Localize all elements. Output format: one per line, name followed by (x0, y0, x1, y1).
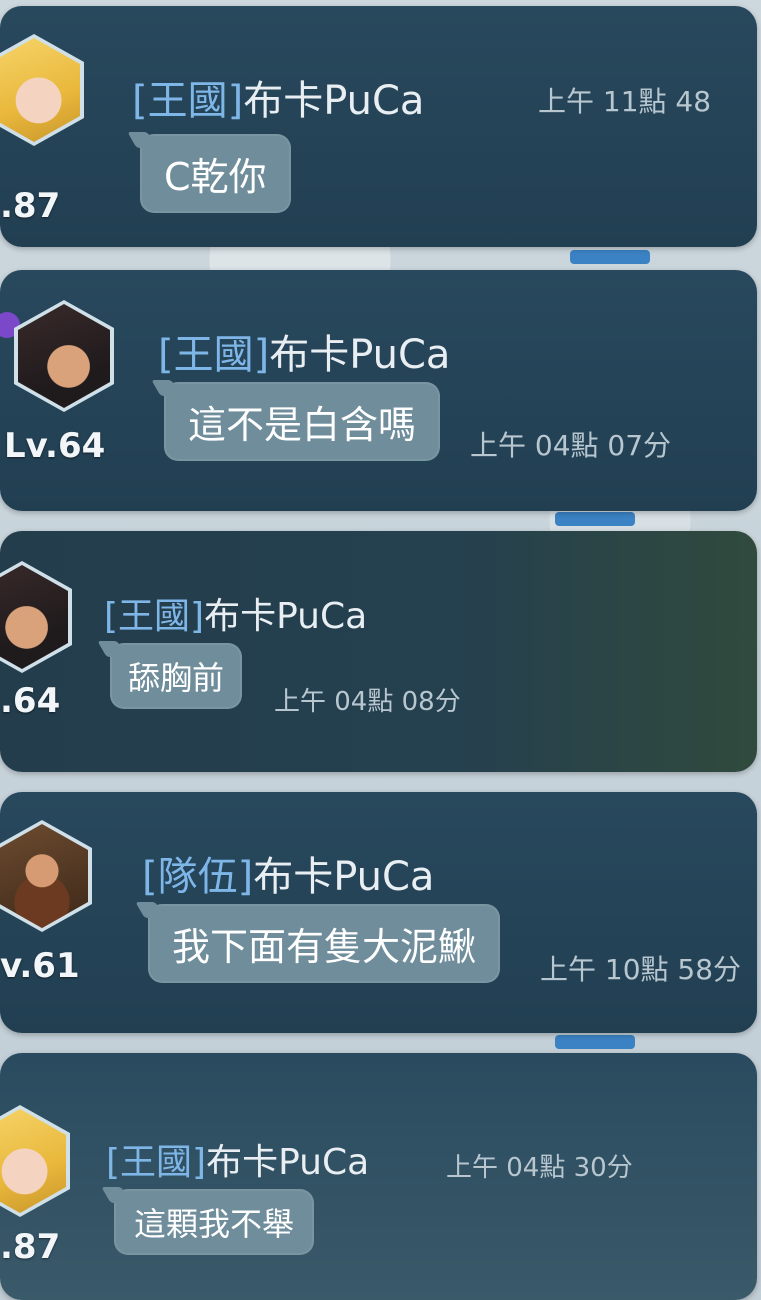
map-marker (570, 250, 650, 264)
message-time: 上午 04點 07分 (470, 429, 672, 462)
message-time: 上午 04點 30分 (446, 1153, 633, 1183)
message-bubble[interactable]: 這顆我不舉 (114, 1189, 315, 1255)
sender-name[interactable]: 布卡PuCa (243, 78, 424, 124)
message-time: 上午 10點 58分 (540, 953, 742, 986)
map-marker (555, 512, 635, 526)
level-label: .64 (0, 681, 61, 721)
level-label: Lv.64 (4, 426, 106, 466)
level-label: .87 (0, 1227, 61, 1267)
channel-tag: [王國] (132, 78, 244, 124)
map-marker (555, 1035, 635, 1049)
chat-message[interactable]: v.61 [隊伍]布卡PuCa 我下面有隻大泥鰍 上午 10點 58分 (0, 792, 757, 1033)
chat-message[interactable]: .64 [王國]布卡PuCa 舔胸前 上午 04點 08分 (0, 531, 757, 772)
sender-name[interactable]: 布卡PuCa (269, 332, 450, 378)
message-header: [隊伍]布卡PuCa (142, 844, 434, 902)
avatar[interactable] (0, 565, 68, 669)
chat-message[interactable]: .87 [王國]布卡PuCa 上午 11點 48 C乾你 (0, 6, 757, 247)
level-label: v.61 (0, 946, 80, 986)
level-label: .87 (0, 186, 61, 226)
message-time: 上午 11點 48 (538, 85, 712, 118)
sender-name[interactable]: 布卡PuCa (204, 596, 367, 637)
message-bubble[interactable]: 這不是白含嗎 (164, 382, 441, 461)
sender-name[interactable]: 布卡PuCa (253, 854, 434, 900)
message-header: [王國]布卡PuCa (104, 587, 367, 639)
message-time: 上午 04點 08分 (274, 687, 461, 717)
chat-message[interactable]: .87 [王國]布卡PuCa 上午 04點 30分 這顆我不舉 (0, 1053, 757, 1300)
message-bubble[interactable]: C乾你 (140, 134, 291, 213)
sender-name[interactable]: 布卡PuCa (206, 1142, 369, 1183)
message-header: [王國]布卡PuCa (158, 322, 450, 380)
message-bubble[interactable]: 我下面有隻大泥鰍 (148, 904, 501, 983)
channel-tag: [王國] (158, 332, 270, 378)
avatar[interactable] (0, 1109, 66, 1213)
message-header: [王國]布卡PuCa (106, 1133, 369, 1185)
channel-tag: [王國] (106, 1142, 207, 1183)
channel-tag: [隊伍] (142, 854, 254, 900)
message-bubble[interactable]: 舔胸前 (110, 643, 243, 709)
message-header: [王國]布卡PuCa (132, 68, 424, 126)
chat-message[interactable]: Lv.64 [王國]布卡PuCa 這不是白含嗎 上午 04點 07分 (0, 270, 757, 511)
channel-tag: [王國] (104, 596, 205, 637)
